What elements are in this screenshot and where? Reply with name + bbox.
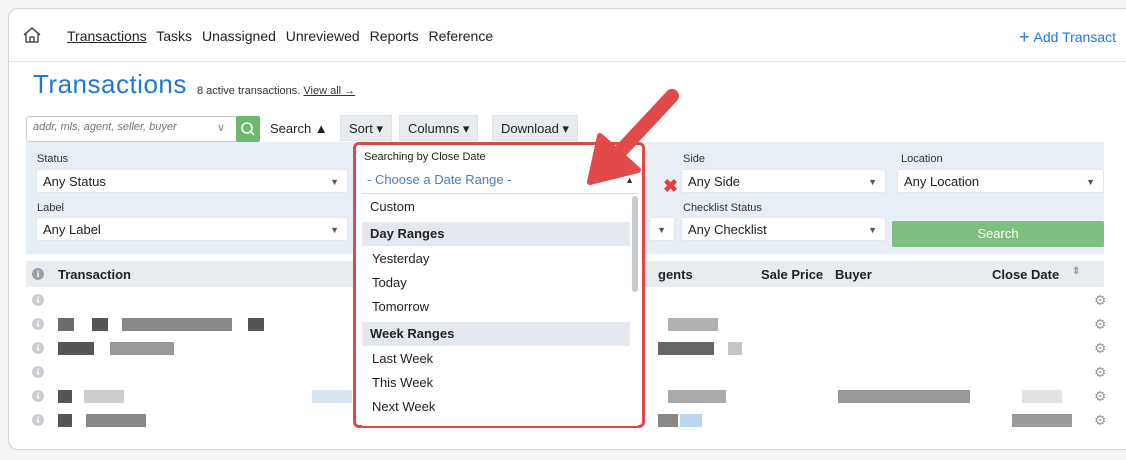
- status-select-value: Any Status: [43, 174, 106, 189]
- filter-search-button[interactable]: Search: [892, 221, 1104, 247]
- option-this-week[interactable]: This Week: [362, 372, 630, 394]
- home-icon[interactable]: [23, 27, 41, 43]
- redacted-block: [838, 390, 970, 403]
- divider: [9, 61, 1126, 62]
- info-icon[interactable]: i: [32, 366, 44, 378]
- redacted-block: [658, 342, 714, 355]
- date-range-placeholder: - Choose a Date Range -: [367, 172, 512, 187]
- redacted-block: [728, 342, 742, 355]
- option-next-week[interactable]: Next Week: [362, 396, 630, 418]
- sort-button[interactable]: Sort ▾: [340, 115, 392, 141]
- caret-down-icon: ▼: [868, 177, 877, 187]
- sort-icon[interactable]: ⇕: [1072, 266, 1080, 277]
- redacted-block: [1022, 390, 1062, 403]
- search-icon: [241, 122, 255, 136]
- checklist-filter-label: Checklist Status: [683, 202, 762, 214]
- nav-reference[interactable]: Reference: [429, 28, 494, 44]
- date-range-options: Custom Day Ranges Yesterday Today Tomorr…: [362, 193, 638, 426]
- option-custom[interactable]: Custom: [362, 196, 630, 218]
- caret-down-icon: ▼: [657, 225, 666, 235]
- gear-icon[interactable]: ⚙: [1094, 412, 1107, 429]
- nav-transactions[interactable]: Transactions: [67, 28, 147, 44]
- status-filter-label: Status: [37, 153, 69, 165]
- scrollbar[interactable]: [632, 196, 638, 292]
- gear-icon[interactable]: ⚙: [1094, 364, 1107, 381]
- redacted-block: [84, 390, 124, 403]
- gear-icon[interactable]: ⚙: [1094, 340, 1107, 357]
- redacted-block: [312, 390, 352, 403]
- redacted-block: [58, 342, 94, 355]
- option-today[interactable]: Today: [362, 272, 630, 294]
- redacted-block: [680, 414, 702, 427]
- redacted-block: [122, 318, 232, 331]
- checklist-select[interactable]: Any Checklist ▼: [681, 217, 886, 241]
- option-yesterday[interactable]: Yesterday: [362, 248, 630, 270]
- redacted-block: [248, 318, 264, 331]
- label-select-value: Any Label: [43, 222, 101, 237]
- col-agents[interactable]: gents: [658, 267, 693, 282]
- chevron-down-icon[interactable]: ∨: [217, 121, 225, 134]
- nav-tasks[interactable]: Tasks: [156, 28, 192, 44]
- gear-icon[interactable]: ⚙: [1094, 388, 1107, 405]
- col-buyer[interactable]: Buyer: [835, 267, 872, 282]
- add-transaction-label: Add Transact: [1033, 29, 1117, 45]
- plus-icon: +: [1019, 27, 1030, 47]
- page-title: Transactions: [33, 69, 187, 99]
- redacted-block: [92, 318, 108, 331]
- status-select[interactable]: Any Status ▼: [36, 169, 348, 193]
- redacted-block: [58, 390, 72, 403]
- search-toggle-button[interactable]: Search ▲: [261, 115, 337, 141]
- info-icon[interactable]: i: [32, 390, 44, 402]
- location-select-value: Any Location: [904, 174, 980, 189]
- page-subtitle: 8 active transactions. View all →: [197, 85, 355, 97]
- redacted-block: [58, 414, 72, 427]
- redacted-block: [110, 342, 174, 355]
- location-filter-label: Location: [901, 153, 943, 165]
- col-close-date[interactable]: Close Date: [992, 267, 1059, 282]
- redacted-block: [1012, 414, 1072, 427]
- info-icon[interactable]: i: [32, 294, 44, 306]
- hidden-select[interactable]: ▼: [649, 217, 675, 241]
- redacted-block: [668, 390, 726, 403]
- caret-down-icon: ▼: [330, 177, 339, 187]
- info-icon[interactable]: i: [32, 342, 44, 354]
- label-select[interactable]: Any Label ▼: [36, 217, 348, 241]
- gear-icon[interactable]: ⚙: [1094, 316, 1107, 333]
- group-day-ranges: Day Ranges: [362, 222, 630, 246]
- group-week-ranges: Week Ranges: [362, 322, 630, 346]
- option-last-week[interactable]: Last Week: [362, 348, 630, 370]
- annotation-arrow: [587, 89, 679, 185]
- date-filter-label: Searching by Close Date: [364, 151, 486, 163]
- label-filter-label: Label: [37, 202, 64, 214]
- info-icon[interactable]: i: [32, 268, 44, 280]
- gear-icon[interactable]: ⚙: [1094, 292, 1107, 309]
- search-submit-button[interactable]: [236, 116, 260, 142]
- nav-unreviewed[interactable]: Unreviewed: [286, 28, 360, 44]
- nav-reports[interactable]: Reports: [370, 28, 419, 44]
- nav-unassigned[interactable]: Unassigned: [202, 28, 276, 44]
- active-count-text: 8 active transactions.: [197, 85, 301, 97]
- caret-down-icon: ▼: [1086, 177, 1095, 187]
- nav-links: Transactions Tasks Unassigned Unreviewed…: [67, 28, 499, 44]
- search-input-wrapper: ∨: [26, 116, 241, 142]
- option-tomorrow[interactable]: Tomorrow: [362, 296, 630, 318]
- col-sale-price[interactable]: Sale Price: [761, 267, 823, 282]
- add-transaction-button[interactable]: + Add Transact: [1019, 27, 1116, 48]
- search-input[interactable]: [31, 120, 205, 134]
- redacted-block: [58, 318, 74, 331]
- info-icon[interactable]: i: [32, 414, 44, 426]
- columns-button[interactable]: Columns ▾: [399, 115, 479, 141]
- redacted-block: [668, 318, 718, 331]
- caret-down-icon: ▼: [868, 225, 877, 235]
- redacted-block: [86, 414, 146, 427]
- checklist-select-value: Any Checklist: [688, 222, 767, 237]
- top-nav: Transactions Tasks Unassigned Unreviewed…: [9, 9, 1126, 59]
- col-transaction[interactable]: Transaction: [58, 267, 131, 282]
- caret-down-icon: ▼: [330, 225, 339, 235]
- view-all-link[interactable]: View all →: [303, 85, 355, 97]
- side-select[interactable]: Any Side ▼: [681, 169, 886, 193]
- location-select[interactable]: Any Location ▼: [897, 169, 1104, 193]
- info-icon[interactable]: i: [32, 318, 44, 330]
- redacted-block: [658, 414, 678, 427]
